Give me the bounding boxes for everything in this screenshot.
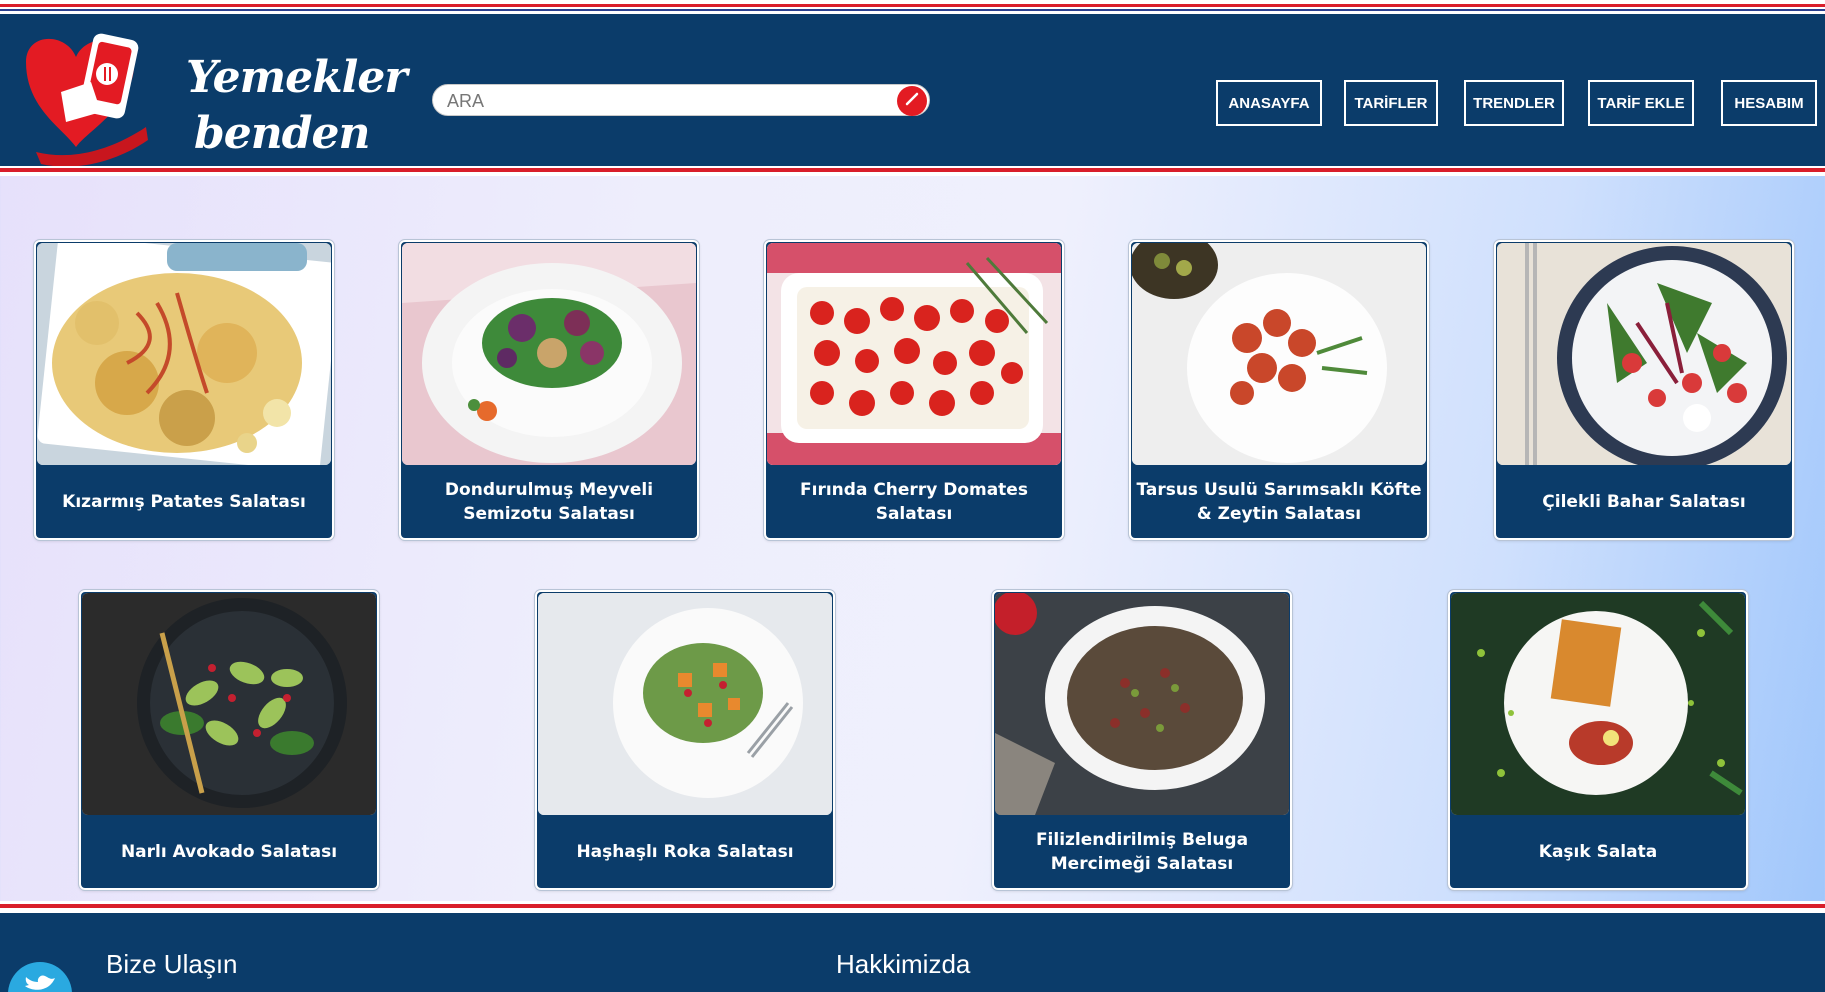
recipe-card[interactable]: Dondurulmuş Meyveli Semizotu Salatası (398, 239, 700, 541)
recipe-card[interactable]: Kızarmış Patates Salatası (33, 239, 335, 541)
recipe-card[interactable]: Narlı Avokado Salatası (78, 589, 380, 891)
recipe-title: Filizlendirilmiş Beluga Mercimeği Salata… (1035, 830, 1249, 874)
nav-hesabim-button[interactable]: HESABIM (1721, 80, 1817, 126)
recipe-title: Haşhaşlı Roka Salatası (576, 842, 794, 862)
recipe-title: Narlı Avokado Salatası (120, 842, 338, 862)
site-header: Yemekler benden ANASAYFA TARİFLER TRENDL… (0, 14, 1825, 167)
brand-line-1: Yemekler (186, 52, 408, 103)
site-footer: Bize Ulaşın Hakkimizda (0, 913, 1825, 992)
recipe-card[interactable]: Çilekli Bahar Salatası (1493, 239, 1795, 541)
recipe-title: Çilekli Bahar Salatası (1542, 492, 1746, 512)
recipe-title: Kaşık Salata (1538, 842, 1658, 862)
recipe-card[interactable]: Filizlendirilmiş Beluga Mercimeği Salata… (991, 589, 1293, 891)
recipe-image (1132, 243, 1426, 465)
recipe-image (995, 593, 1289, 815)
nav-tarif-ekle-button[interactable]: TARİF EKLE (1588, 80, 1694, 126)
recipe-card[interactable]: Haşhaşlı Roka Salatası (534, 589, 836, 891)
logo-icon[interactable] (6, 22, 156, 172)
about-heading: Hakkimizda (836, 949, 971, 979)
recipe-card[interactable]: Tarsus Usulü Sarımsaklı Köfte & Zeytin S… (1128, 239, 1430, 541)
recipe-image (538, 593, 832, 815)
recipe-image (1451, 593, 1745, 815)
brand-wordmark[interactable]: Yemekler benden (186, 50, 408, 162)
recipe-card[interactable]: Fırında Cherry Domates Salatası (763, 239, 1065, 541)
recipe-image (402, 243, 696, 465)
nav-tarifler-button[interactable]: TARİFLER (1344, 80, 1438, 126)
recipe-title: Kızarmış Patates Salatası (62, 492, 306, 512)
recipe-image (767, 243, 1061, 465)
nav-anasayfa-button[interactable]: ANASAYFA (1216, 80, 1322, 126)
twitter-icon (23, 974, 57, 992)
contact-heading: Bize Ulaşın (106, 949, 238, 979)
recipe-title: Fırında Cherry Domates Salatası (800, 480, 1028, 524)
search-button[interactable] (897, 86, 927, 116)
nav-trendler-button[interactable]: TRENDLER (1464, 80, 1564, 126)
brand-line-2: benden (194, 108, 371, 159)
recipe-image (37, 243, 331, 465)
search-icon (904, 91, 920, 112)
twitter-button[interactable] (8, 962, 72, 992)
recipe-card[interactable]: Kaşık Salata (1447, 589, 1749, 891)
recipe-image (1497, 243, 1791, 465)
recipe-image (82, 593, 376, 815)
search-bar (432, 84, 930, 116)
search-input[interactable] (447, 88, 877, 114)
recipe-title: Dondurulmuş Meyveli Semizotu Salatası (444, 480, 654, 524)
recipe-title: Tarsus Usulü Sarımsaklı Köfte & Zeytin S… (1136, 480, 1422, 524)
